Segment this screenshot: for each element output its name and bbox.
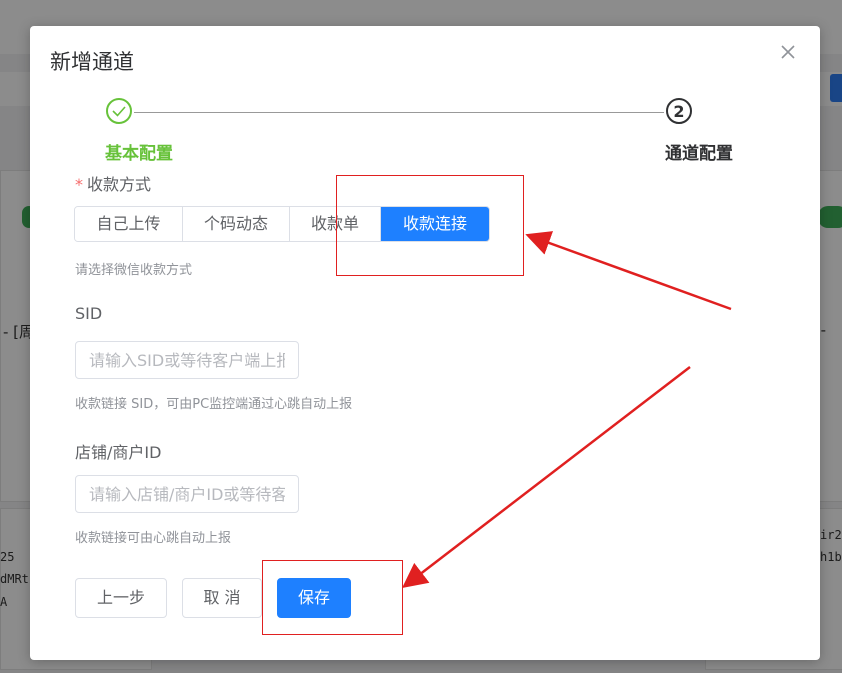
annotation-arrow-1 <box>525 231 732 311</box>
annotation-arrow-2 <box>402 366 691 589</box>
annotation-arrows <box>402 231 732 589</box>
